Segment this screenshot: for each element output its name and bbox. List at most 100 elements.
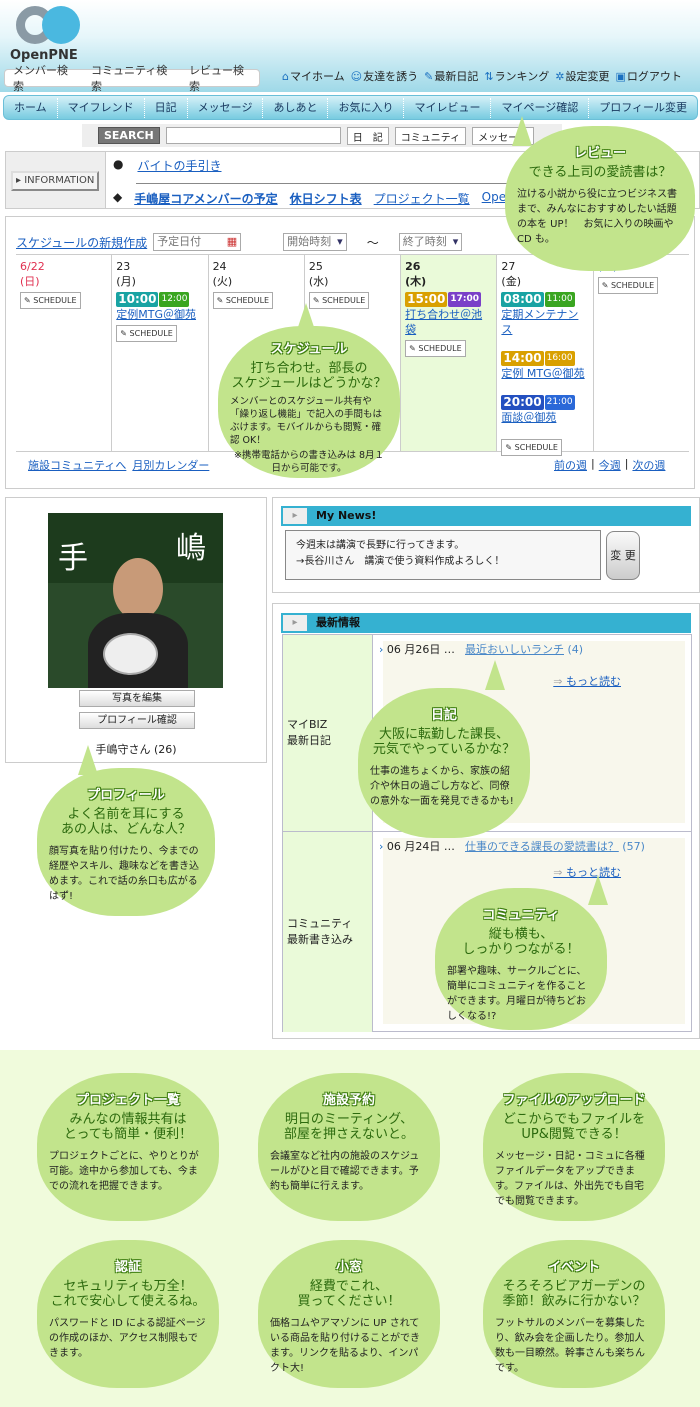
- event-time: 14:00 16:00: [501, 351, 575, 366]
- feature-callout: 小窓 経費でこれ、 買ってください！ 価格コムやアマゾンに UP されている商品を貼…: [258, 1240, 440, 1388]
- ranking-link[interactable]: ⇅ ランキング: [484, 68, 549, 84]
- info-link[interactable]: 休日シフト表: [290, 190, 362, 207]
- nav-home[interactable]: ホーム: [4, 97, 58, 118]
- review-search-link[interactable]: レビュー検索: [181, 62, 259, 94]
- event-time: 10:00 12:00: [116, 292, 190, 307]
- start-time-select[interactable]: 開始時刻 ▾: [283, 233, 347, 251]
- add-schedule-button[interactable]: ✎ SCHEDULE: [501, 439, 562, 456]
- logout-link[interactable]: ▣ ログアウト: [615, 68, 681, 84]
- pencil-icon: ✎: [424, 69, 434, 83]
- add-schedule-button[interactable]: ✎ SCHEDULE: [116, 325, 177, 342]
- row-label: コミュニティ 最新書き込み: [283, 832, 373, 1032]
- chevron-down-icon: ▾: [337, 235, 343, 248]
- add-schedule-button[interactable]: ✎ SCHEDULE: [308, 292, 370, 309]
- gear-icon: ✲: [555, 69, 565, 83]
- arrow-icon: ›: [379, 840, 384, 853]
- nav-footprints[interactable]: あしあと: [263, 97, 329, 118]
- arrow-icon: ›: [379, 643, 384, 656]
- feature-callout: 認証 セキュリティも万全！ これで安心して使えるね。 パスワードと ID による認証…: [37, 1240, 219, 1388]
- diamond-icon: ◆: [113, 190, 123, 204]
- my-news-text: 今週末は講演で長野に行ってきます。 →長谷川さん 講演で使う資料作成よろしく！: [285, 530, 601, 580]
- search-button[interactable]: SEARCH: [98, 127, 160, 144]
- nav-myreview[interactable]: マイレビュー: [404, 97, 492, 118]
- nav-diary[interactable]: 日記: [145, 97, 188, 118]
- change-news-button[interactable]: 変 更: [606, 531, 640, 580]
- edit-photo-button[interactable]: 写真を編集: [79, 690, 195, 707]
- invite-link[interactable]: ☺ 友達を誘う: [351, 68, 418, 84]
- info-link[interactable]: 手嶋屋コアメンバーの予定: [134, 190, 277, 207]
- prev-week-link[interactable]: 前の週: [554, 457, 587, 473]
- main-nav: ホーム マイフレンド 日記 メッセージ あしあと お気に入り マイレビュー マイ…: [3, 95, 698, 120]
- add-schedule-button[interactable]: ✎ SCHEDULE: [597, 277, 659, 294]
- bullet-icon: ●: [113, 157, 124, 171]
- feature-callout: イベント そろそろビアガーデンの 季節！飲みに行かない？ フットサルのメンバーを募集…: [483, 1240, 665, 1388]
- search-input[interactable]: [165, 127, 341, 144]
- community-title-link[interactable]: 仕事のできる課長の愛読書は？: [465, 840, 619, 853]
- calendar-day: 23 (月) 10:00 12:00 定例MTG＠御苑 ✎ SCHEDULE: [112, 255, 209, 451]
- this-week-link[interactable]: 今週: [599, 457, 621, 473]
- my-news-box: My News! 今週末は講演で長野に行ってきます。→長谷川さん 講演で使う資料…: [272, 497, 700, 593]
- member-search-link[interactable]: メンバー検索: [5, 62, 83, 94]
- profile-box: 手 嶋 写真を編集 プロフィール確認 手嶋守さん (26): [5, 497, 267, 763]
- day-of-week: (日): [20, 275, 40, 288]
- event-time: 20:00 21:00: [501, 395, 575, 410]
- next-week-link[interactable]: 次の週: [632, 457, 665, 473]
- nav-myfriend[interactable]: マイフレンド: [58, 97, 145, 118]
- nav-profile-edit[interactable]: プロフィール変更: [589, 98, 697, 118]
- calendar-day: 26 (木) 15:00 17:00 打ち合わせ＠池袋 ✎ SCHEDULE: [401, 255, 498, 451]
- add-schedule-button[interactable]: ✎ SCHEDULE: [405, 340, 466, 357]
- read-more-link[interactable]: もっと読む: [553, 673, 621, 689]
- openpne-logo[interactable]: OpenPNE: [10, 6, 85, 63]
- event-link[interactable]: 打ち合わせ＠池袋: [405, 307, 492, 337]
- info-link[interactable]: プロジェクト一覧: [374, 190, 470, 207]
- date-input[interactable]: 予定日付 ▦: [153, 233, 242, 251]
- day-of-week: (水): [308, 275, 329, 288]
- diary-callout: 日記 大阪に転勤した課長、 元気でやっているかな？ 仕事の進ちょくから、家族の紹介や…: [358, 688, 530, 838]
- calendar-day: 6/22 (日) ✎ SCHEDULE: [16, 255, 113, 451]
- top-links: ⌂ マイホーム ☺ 友達を誘う ✎ 最新日記 ⇅ ランキング ✲ 設定変更 ▣ ログアウト: [282, 68, 682, 84]
- diary-title-link[interactable]: 最近おいしいランチ: [465, 643, 564, 656]
- day-date: 26: [405, 260, 421, 273]
- day-date: 23: [116, 260, 131, 273]
- profile-check-button[interactable]: プロフィール確認: [79, 712, 195, 729]
- facility-community-link[interactable]: 施設コミュニティへ: [28, 457, 126, 473]
- person-icon: ☺: [350, 69, 363, 83]
- nav-message[interactable]: メッセージ: [188, 97, 264, 118]
- header: OpenPNE メンバー検索 コミュニティ検索 レビュー検索 ⌂ マイホーム ☺ 友…: [0, 0, 700, 93]
- event-link[interactable]: 定例 MTG＠御苑: [501, 366, 588, 381]
- day-date: 24: [212, 260, 227, 273]
- day-date: 6/22: [20, 260, 45, 273]
- feature-callout: ファイルのアップロード どこからでもファイルを UP&閲覧できる！ メッセージ・日記…: [483, 1073, 665, 1221]
- chevron-down-icon: ▾: [452, 235, 459, 248]
- home-icon: ⌂: [282, 69, 289, 83]
- info-link[interactable]: Ope: [482, 190, 506, 207]
- nav-favorites[interactable]: お気に入り: [328, 97, 405, 118]
- search-links: メンバー検索 コミュニティ検索 レビュー検索: [4, 64, 260, 93]
- day-date: 25: [308, 260, 323, 273]
- review-callout: レビュー できる上司の愛読書は？ 泣ける小説から役に立つビジネス書まで、みんなにおす…: [505, 126, 695, 271]
- new-schedule-link[interactable]: スケジュールの新規作成: [16, 234, 147, 251]
- monthly-calendar-link[interactable]: 月別カレンダー: [132, 457, 209, 473]
- end-time-select[interactable]: 終了時刻 ▾: [398, 233, 463, 251]
- event-link[interactable]: 面談＠御苑: [501, 410, 588, 425]
- add-schedule-button[interactable]: ✎ SCHEDULE: [20, 292, 81, 309]
- community-search-link[interactable]: コミュニティ検索: [83, 62, 181, 94]
- event-link[interactable]: 定期メンテナンス: [501, 307, 588, 337]
- search-diary-button[interactable]: 日 記: [346, 126, 389, 145]
- profile-photo: 手 嶋: [48, 513, 223, 688]
- settings-link[interactable]: ✲ 設定変更: [555, 68, 609, 84]
- event-link[interactable]: 定例MTG＠御苑: [116, 307, 203, 322]
- nav-mypage-check[interactable]: マイページ確認: [491, 97, 590, 118]
- profile-name: 手嶋守さん (26): [95, 743, 177, 756]
- feature-callout: 施設予約 明日のミーティング、 部屋を押さえないと。 会議室など社内の施設のスケジュ…: [258, 1073, 440, 1221]
- day-of-week: (月): [116, 275, 136, 288]
- info-link[interactable]: バイトの手引き: [137, 157, 221, 174]
- search-community-button[interactable]: コミュニティ: [394, 126, 467, 145]
- myhome-link[interactable]: ⌂ マイホーム: [282, 68, 345, 84]
- add-schedule-button[interactable]: ✎ SCHEDULE: [212, 292, 274, 309]
- calendar-day: (土)✎ SCHEDULE: [594, 255, 689, 451]
- calendar-icon[interactable]: ▦: [227, 234, 237, 250]
- profile-callout: プロフィール よく名前を耳にする あの人は、どんな人？ 顔写真を貼り付けたり、今まで…: [37, 768, 215, 916]
- latest-diary-link[interactable]: ✎ 最新日記: [424, 68, 478, 84]
- logout-icon: ▣: [615, 69, 626, 83]
